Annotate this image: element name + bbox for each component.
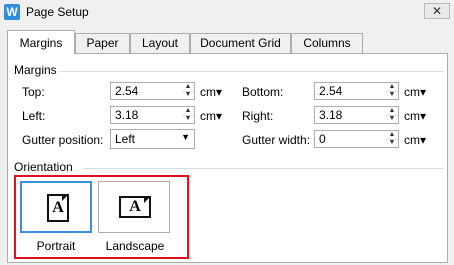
chevron-down-icon: ▼	[181, 132, 190, 142]
page-fold-icon	[144, 196, 151, 203]
title-bar: W Page Setup ✕	[0, 0, 454, 24]
page-fold-icon	[62, 194, 69, 201]
bottom-unit-dropdown[interactable]: cm▾	[404, 85, 426, 99]
left-value: 3.18	[115, 108, 139, 122]
top-spinner[interactable]: ▲ ▼	[182, 83, 194, 99]
right-field[interactable]: 3.18 ▲ ▼	[314, 106, 399, 124]
portrait-icon-letter: A	[52, 199, 64, 216]
right-spinner[interactable]: ▲ ▼	[386, 107, 398, 123]
bottom-label: Bottom:	[242, 85, 284, 99]
top-unit-dropdown[interactable]: cm▾	[200, 85, 222, 99]
top-value: 2.54	[115, 84, 139, 98]
tab-columns[interactable]: Columns	[291, 33, 363, 53]
top-label: Top:	[22, 85, 45, 99]
right-label: Right:	[242, 109, 274, 123]
spin-down-icon[interactable]: ▼	[386, 139, 398, 147]
window-title: Page Setup	[26, 5, 89, 19]
right-unit-dropdown[interactable]: cm▾	[404, 109, 426, 123]
orientation-group-label: Orientation	[14, 160, 73, 174]
spin-down-icon[interactable]: ▼	[182, 115, 194, 123]
bottom-value: 2.54	[319, 84, 343, 98]
tab-document-grid[interactable]: Document Grid	[190, 33, 291, 53]
left-label: Left:	[22, 109, 46, 123]
left-unit-dropdown[interactable]: cm▾	[200, 109, 222, 123]
margins-group-divider	[60, 71, 444, 72]
app-icon: W	[4, 4, 20, 20]
bottom-spinner[interactable]: ▲ ▼	[386, 83, 398, 99]
close-button[interactable]: ✕	[424, 3, 450, 19]
spin-down-icon[interactable]: ▼	[386, 115, 398, 123]
gutter-width-value: 0	[319, 132, 326, 146]
landscape-button[interactable]: A	[98, 181, 170, 233]
gutter-width-label: Gutter width:	[242, 133, 311, 147]
gutter-position-value: Left	[115, 132, 136, 146]
gutter-position-select[interactable]: Left ▼	[110, 129, 195, 149]
bottom-field[interactable]: 2.54 ▲ ▼	[314, 82, 399, 100]
tab-layout[interactable]: Layout	[130, 33, 190, 53]
landscape-page-icon: A	[119, 196, 151, 218]
gutter-position-label: Gutter position:	[22, 133, 104, 147]
spin-down-icon[interactable]: ▼	[182, 91, 194, 99]
spin-down-icon[interactable]: ▼	[386, 91, 398, 99]
left-spinner[interactable]: ▲ ▼	[182, 107, 194, 123]
tab-margins[interactable]: Margins	[7, 30, 75, 54]
portrait-page-icon: A	[47, 194, 69, 222]
top-field[interactable]: 2.54 ▲ ▼	[110, 82, 195, 100]
landscape-label[interactable]: Landscape	[96, 239, 174, 253]
margins-group-label: Margins	[14, 63, 57, 77]
gutter-width-field[interactable]: 0 ▲ ▼	[314, 130, 399, 148]
left-field[interactable]: 3.18 ▲ ▼	[110, 106, 195, 124]
portrait-button[interactable]: A	[20, 181, 92, 233]
gutter-width-spinner[interactable]: ▲ ▼	[386, 131, 398, 147]
gutter-width-unit-dropdown[interactable]: cm▾	[404, 133, 426, 147]
orientation-group-divider	[83, 168, 444, 169]
right-value: 3.18	[319, 108, 343, 122]
portrait-label[interactable]: Portrait	[20, 239, 92, 253]
tab-paper[interactable]: Paper	[75, 33, 130, 53]
